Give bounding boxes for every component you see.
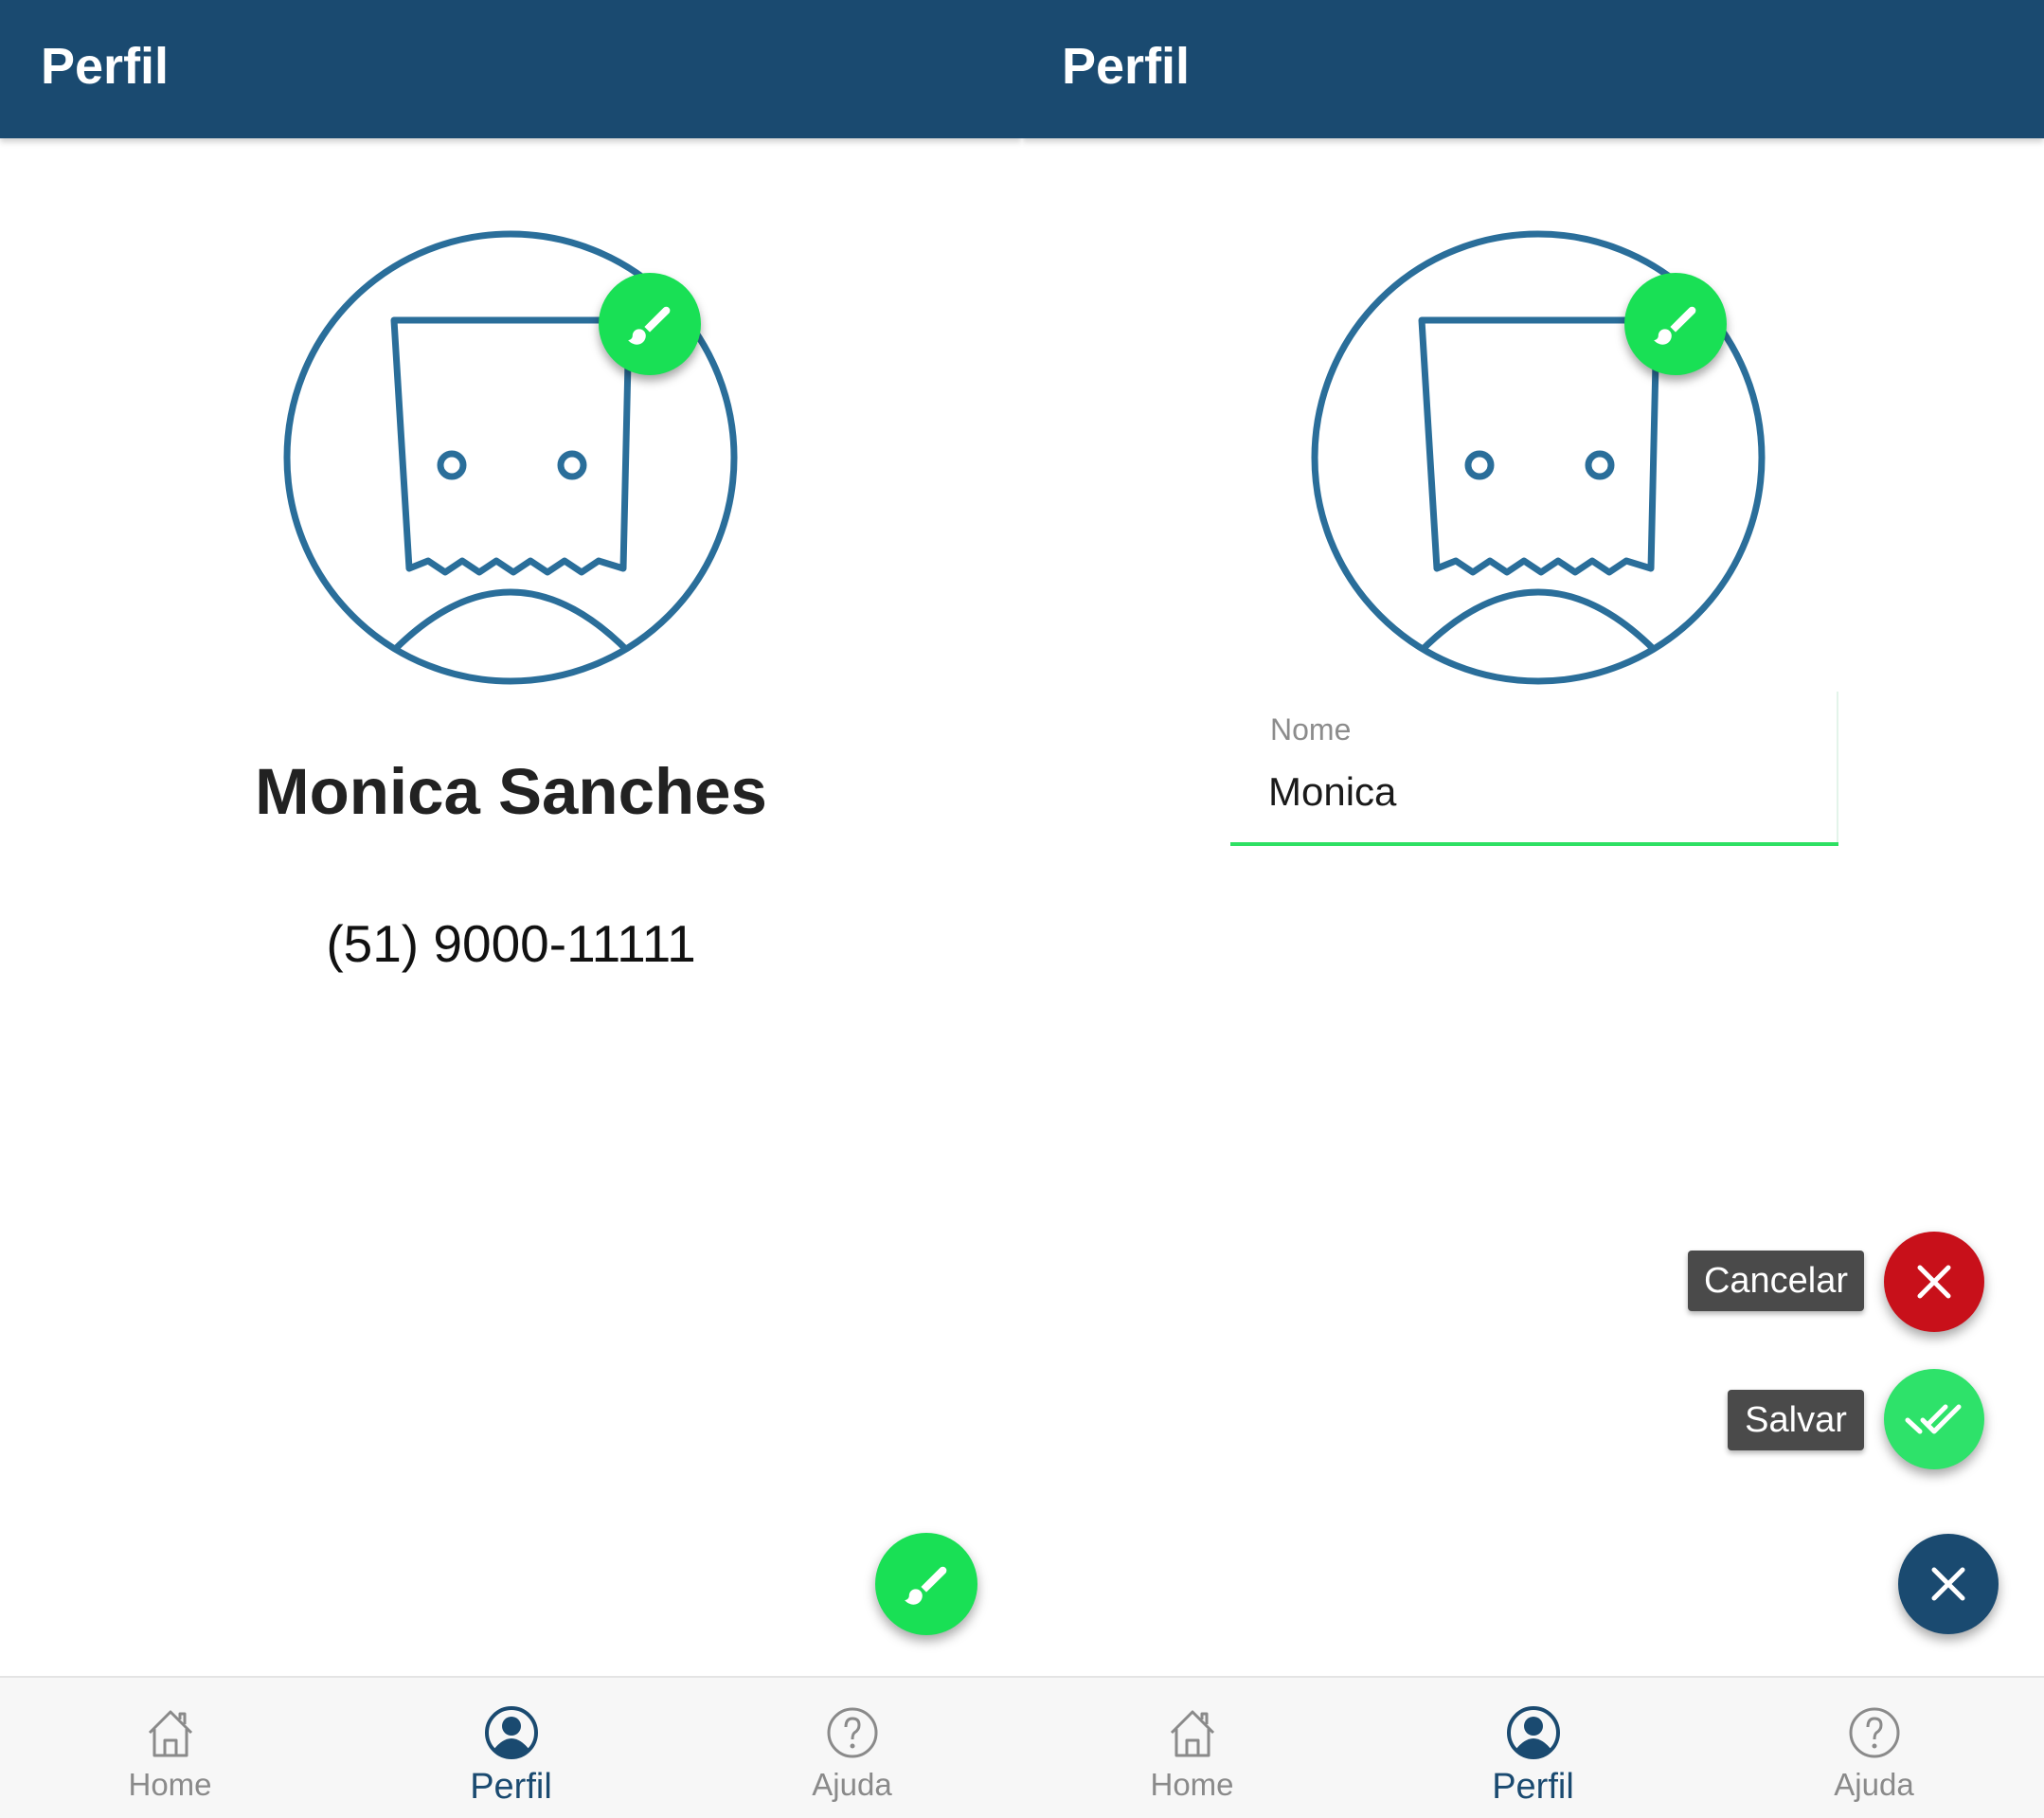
close-actions-button[interactable]	[1898, 1534, 1999, 1634]
profile-phone: (51) 9000-11111	[326, 914, 696, 973]
nav-item-home[interactable]: Home	[0, 1678, 340, 1818]
save-button[interactable]	[1884, 1369, 1984, 1469]
brush-icon	[628, 306, 671, 345]
profile-name: Monica Sanches	[255, 755, 767, 828]
close-icon	[1931, 1567, 1965, 1601]
nav-label-help: Ajuda	[1834, 1767, 1914, 1802]
edit-avatar-button[interactable]	[1624, 273, 1727, 375]
home-icon	[1170, 1710, 1214, 1757]
name-field: Nome	[1230, 692, 1838, 848]
app-header: Perfil	[0, 0, 1022, 138]
double-check-icon	[1905, 1404, 1962, 1434]
nav-label-home: Home	[1150, 1767, 1234, 1802]
nav-item-home[interactable]: Home	[1022, 1678, 1362, 1818]
nav-label-home: Home	[128, 1767, 212, 1802]
page-title: Perfil	[1062, 38, 1191, 95]
name-field-underline	[1230, 842, 1838, 846]
edit-avatar-button[interactable]	[599, 273, 701, 375]
nav-label-help: Ajuda	[812, 1767, 892, 1802]
nav-label-profile: Perfil	[1492, 1767, 1574, 1807]
page-title: Perfil	[41, 38, 170, 95]
bottom-nav: Home Perfil Ajuda	[1022, 1676, 2044, 1818]
help-icon	[827, 1707, 877, 1758]
nav-item-help[interactable]: Ajuda	[682, 1678, 1022, 1818]
edit-profile-button[interactable]	[875, 1533, 977, 1635]
cancel-label-chip: Cancelar	[1688, 1251, 1864, 1311]
nav-item-help[interactable]: Ajuda	[1704, 1678, 2044, 1818]
profile-edit-screen: Perfil Nome Cancelar Salvar	[1022, 0, 2044, 1818]
name-input[interactable]	[1268, 765, 1799, 819]
save-label-chip: Salvar	[1728, 1390, 1864, 1450]
profile-icon	[484, 1706, 538, 1759]
name-field-label: Nome	[1270, 712, 1352, 747]
app-header: Perfil	[1022, 0, 2044, 138]
field-edge	[1837, 692, 1838, 843]
brush-icon	[1654, 306, 1696, 345]
help-icon	[1849, 1707, 1899, 1758]
nav-label-profile: Perfil	[470, 1767, 552, 1807]
nav-item-profile[interactable]: Perfil	[1363, 1678, 1703, 1818]
close-icon	[1917, 1265, 1951, 1299]
nav-item-profile[interactable]: Perfil	[341, 1678, 681, 1818]
profile-view-screen: Perfil Monica Sanches (51) 9000-11111 Ho…	[0, 0, 1022, 1818]
profile-icon	[1506, 1706, 1560, 1759]
bottom-nav: Home Perfil Ajuda	[0, 1676, 1022, 1818]
home-icon	[148, 1710, 192, 1757]
brush-icon	[905, 1566, 947, 1605]
cancel-button[interactable]	[1884, 1232, 1984, 1332]
